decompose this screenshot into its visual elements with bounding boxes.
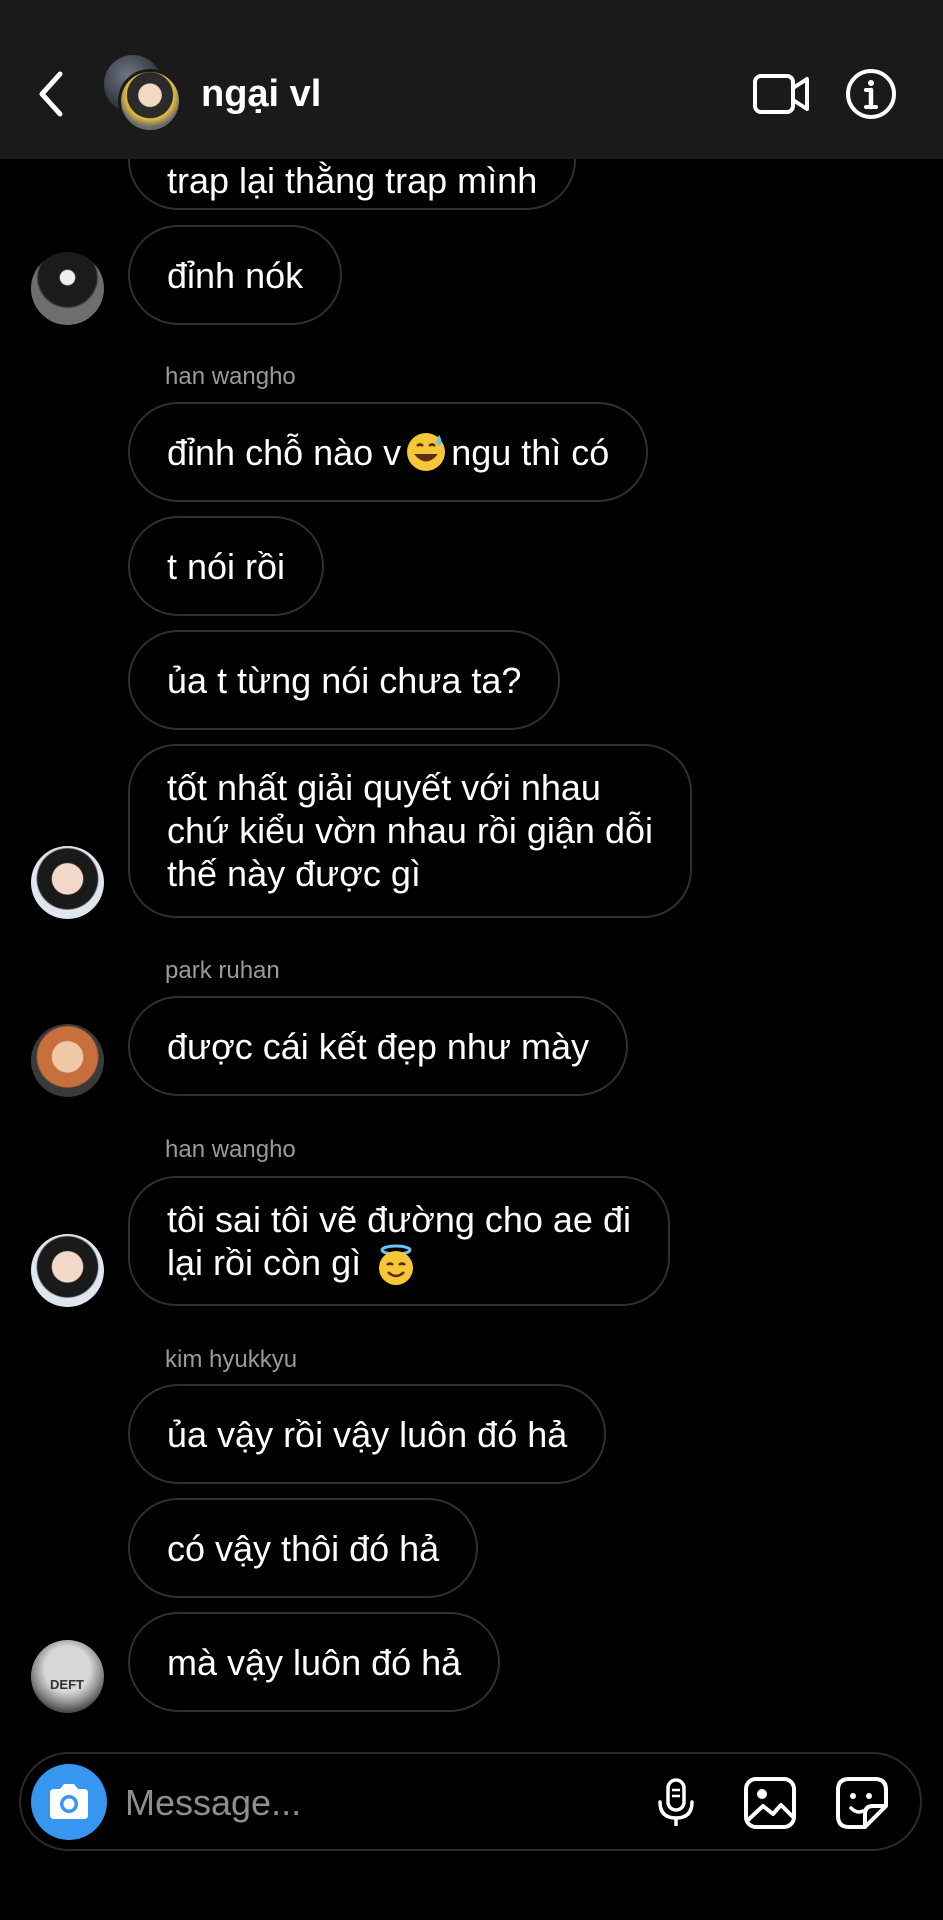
chevron-left-icon [39,71,63,117]
message-bubble[interactable]: đỉnh chỗ nào v ngu thì có [128,402,649,502]
video-camera-icon [753,74,809,114]
info-button[interactable] [845,68,897,120]
voice-message-button[interactable] [649,1776,703,1830]
sender-name: park ruhan [165,957,280,984]
video-call-button[interactable] [752,70,810,118]
sender-avatar[interactable] [31,252,104,325]
message-text: mà vậy luôn đó hả [167,1641,462,1683]
camera-button[interactable] [31,1764,107,1840]
message-bubble[interactable]: t nói rồi [128,516,325,616]
sticker-icon [836,1777,888,1829]
message-bubble[interactable]: ủa vậy rồi vậy luôn đó hả [128,1384,607,1484]
group-avatar[interactable] [104,55,182,133]
message-bubble[interactable]: được cái kết đẹp như mày [128,996,628,1096]
message-line: thế này được gì [167,853,421,894]
message-text: được cái kết đẹp như mày [167,1025,589,1067]
message-bubble[interactable]: có vậy thôi đó hả [128,1498,479,1598]
sender-name: han wangho [165,363,296,390]
message-line: chứ kiểu vờn nhau rồi giận dỗi [167,810,653,851]
camera-icon [50,1784,88,1819]
back-button[interactable] [30,62,70,122]
group-avatar-front [118,69,182,133]
message-text: ủa t từng nói chưa ta? [167,659,522,701]
message-text: ủa vậy rồi vậy luôn đó hả [167,1413,568,1455]
message-bubble[interactable]: tôi sai tôi vẽ đường cho ae đi lại rồi c… [128,1176,670,1306]
message-bubble[interactable]: mà vậy luôn đó hả [128,1612,501,1712]
message-composer [19,1752,922,1851]
message-text-block: tốt nhất giải quyết với nhau chứ kiểu vờ… [167,766,653,895]
message-line: lại rồi còn gì [167,1241,631,1286]
image-icon [744,1777,796,1829]
info-icon [846,69,896,119]
message-text: có vậy thôi đó hả [167,1527,440,1569]
message-text: đỉnh chỗ nào v [167,431,402,473]
message-line-text: lại rồi còn gì [167,1242,362,1283]
grinning-sweat-emoji [407,433,446,471]
message-input[interactable] [123,1774,647,1832]
sender-avatar[interactable] [31,1234,104,1307]
message-line: tốt nhất giải quyết với nhau [167,767,601,808]
message-text: ngu thì có [451,431,610,473]
sender-name: han wangho [165,1136,296,1163]
chat-header: ngại vl [0,0,943,159]
sender-name: kim hyukkyu [165,1346,298,1373]
deft-avatar-art: DEFT [50,1677,84,1692]
message-bubble[interactable]: đỉnh nók [128,225,343,325]
sender-avatar[interactable]: DEFT [31,1640,104,1713]
chat-title[interactable]: ngại vl [201,70,321,118]
microphone-icon [658,1778,694,1826]
message-text: t nói rồi [167,545,286,587]
message-text: đỉnh nók [167,254,304,296]
message-text-block: tôi sai tôi vẽ đường cho ae đi lại rồi c… [167,1198,631,1286]
halo-smile-emoji [379,1244,414,1286]
sticker-button[interactable] [835,1776,889,1830]
message-line: tôi sai tôi vẽ đường cho ae đi [167,1199,631,1240]
avatar-caption: DEFT [50,1677,84,1692]
sender-avatar[interactable] [31,846,104,919]
message-bubble[interactable]: ủa t từng nói chưa ta? [128,630,561,730]
sender-avatar[interactable] [31,1024,104,1097]
gallery-button[interactable] [743,1776,797,1830]
message-bubble[interactable]: tốt nhất giải quyết với nhau chứ kiểu vờ… [128,744,692,918]
